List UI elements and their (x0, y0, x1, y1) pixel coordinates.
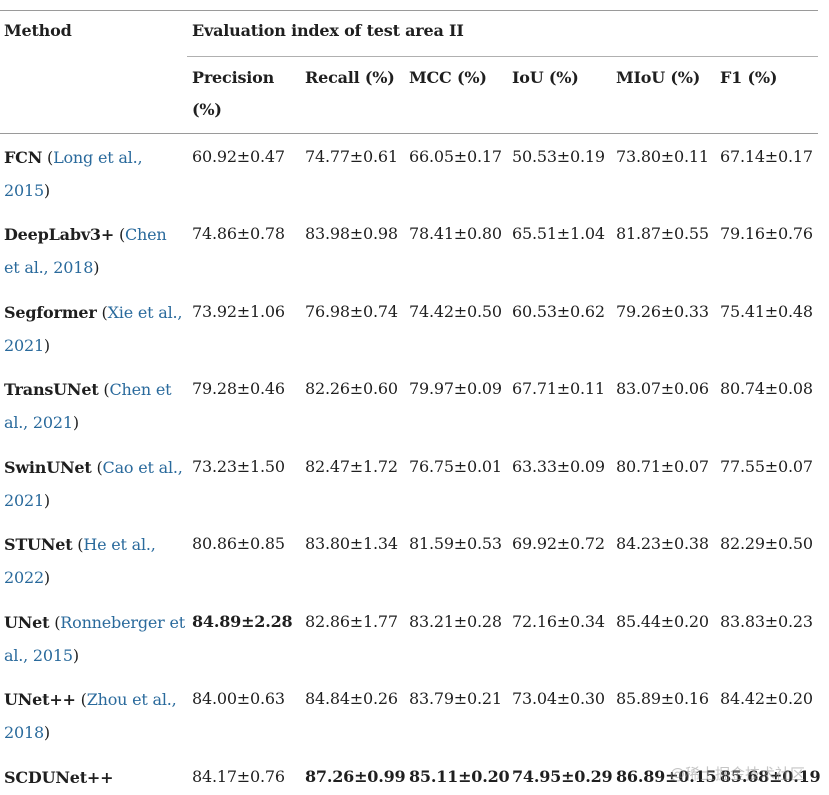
value-cell: 73.92±1.06 (192, 302, 285, 321)
method-cell: TransUNet (Chen et al., 2021) (4, 380, 172, 432)
value-cell: 85.44±0.20 (616, 612, 709, 631)
value-cell: 73.80±0.11 (616, 147, 709, 166)
value-cell: 76.75±0.01 (409, 457, 502, 476)
value-cell: 84.42±0.20 (720, 689, 813, 708)
column-header: IoU (%) (512, 68, 579, 87)
value-cell: 83.07±0.06 (616, 379, 709, 398)
value-cell: 79.26±0.33 (616, 302, 709, 321)
method-header: Method (4, 21, 72, 40)
method-name: STUNet (4, 535, 73, 554)
value-cell: 50.53±0.19 (512, 147, 605, 166)
method-name: TransUNet (4, 380, 99, 399)
value-cell: 83.83±0.23 (720, 612, 813, 631)
value-cell: 83.80±1.34 (305, 534, 398, 553)
value-cell: 60.53±0.62 (512, 302, 605, 321)
value-cell: 75.41±0.48 (720, 302, 813, 321)
value-cell: 85.11±0.20 (409, 767, 510, 786)
method-name: UNet++ (4, 690, 76, 709)
value-cell: 87.26±0.99 (305, 767, 406, 786)
value-cell: 60.92±0.47 (192, 147, 285, 166)
method-cell: FCN (Long et al., 2015) (4, 148, 143, 200)
value-cell: 84.84±0.26 (305, 689, 398, 708)
value-cell: 85.89±0.16 (616, 689, 709, 708)
value-cell: 82.47±1.72 (305, 457, 398, 476)
header-bottom-rule (0, 133, 818, 134)
value-cell: 74.95±0.29 (512, 767, 613, 786)
value-cell: 73.23±1.50 (192, 457, 285, 476)
value-cell: 81.87±0.55 (616, 224, 709, 243)
value-cell: 82.86±1.77 (305, 612, 398, 631)
value-cell: 78.41±0.80 (409, 224, 502, 243)
method-cell: Segformer (Xie et al., 2021) (4, 303, 183, 355)
column-header: MIoU (%) (616, 68, 701, 87)
method-cell: UNet++ (Zhou et al., 2018) (4, 690, 177, 742)
watermark: @稀土掘金技术社区 (670, 765, 806, 783)
method-cell: STUNet (He et al., 2022) (4, 535, 156, 587)
method-cell: UNet (Ronneberger et al., 2015) (4, 613, 185, 665)
value-cell: 67.71±0.11 (512, 379, 605, 398)
value-cell: 83.98±0.98 (305, 224, 398, 243)
method-name: DeepLabv3+ (4, 225, 115, 244)
value-cell: 84.00±0.63 (192, 689, 285, 708)
value-cell: 66.05±0.17 (409, 147, 502, 166)
value-cell: 84.23±0.38 (616, 534, 709, 553)
value-cell: 80.71±0.07 (616, 457, 709, 476)
value-cell: 82.26±0.60 (305, 379, 398, 398)
value-cell: 82.29±0.50 (720, 534, 813, 553)
method-name: SwinUNet (4, 458, 92, 477)
value-cell: 67.14±0.17 (720, 147, 813, 166)
column-header: F1 (%) (720, 68, 778, 87)
value-cell: 74.42±0.50 (409, 302, 502, 321)
value-cell: 72.16±0.34 (512, 612, 605, 631)
value-cell: 74.86±0.78 (192, 224, 285, 243)
method-name: Segformer (4, 303, 97, 322)
value-cell: 83.79±0.21 (409, 689, 502, 708)
method-cell: DeepLabv3+ (Chen et al., 2018) (4, 225, 167, 277)
method-name: UNet (4, 613, 50, 632)
value-cell: 79.16±0.76 (720, 224, 813, 243)
value-cell: 74.77±0.61 (305, 147, 398, 166)
method-cell: SwinUNet (Cao et al., 2021) (4, 458, 183, 510)
value-cell: 79.28±0.46 (192, 379, 285, 398)
value-cell: 63.33±0.09 (512, 457, 605, 476)
column-header: MCC (%) (409, 68, 487, 87)
value-cell: 83.21±0.28 (409, 612, 502, 631)
method-name: FCN (4, 148, 43, 167)
value-cell: 77.55±0.07 (720, 457, 813, 476)
method-name: SCDUNet++ (4, 768, 114, 787)
column-header: Precision (%) (192, 68, 275, 119)
value-cell: 84.17±0.76 (192, 767, 285, 786)
table-top-rule (0, 10, 818, 11)
column-header: Recall (%) (305, 68, 395, 87)
value-cell: 80.74±0.08 (720, 379, 813, 398)
group-header: Evaluation index of test area II (192, 21, 464, 40)
group-header-rule (187, 56, 818, 57)
value-cell: 84.89±2.28 (192, 612, 293, 631)
value-cell: 65.51±1.04 (512, 224, 605, 243)
value-cell: 73.04±0.30 (512, 689, 605, 708)
value-cell: 69.92±0.72 (512, 534, 605, 553)
value-cell: 81.59±0.53 (409, 534, 502, 553)
value-cell: 76.98±0.74 (305, 302, 398, 321)
value-cell: 80.86±0.85 (192, 534, 285, 553)
method-cell: SCDUNet++ (4, 761, 186, 794)
value-cell: 79.97±0.09 (409, 379, 502, 398)
